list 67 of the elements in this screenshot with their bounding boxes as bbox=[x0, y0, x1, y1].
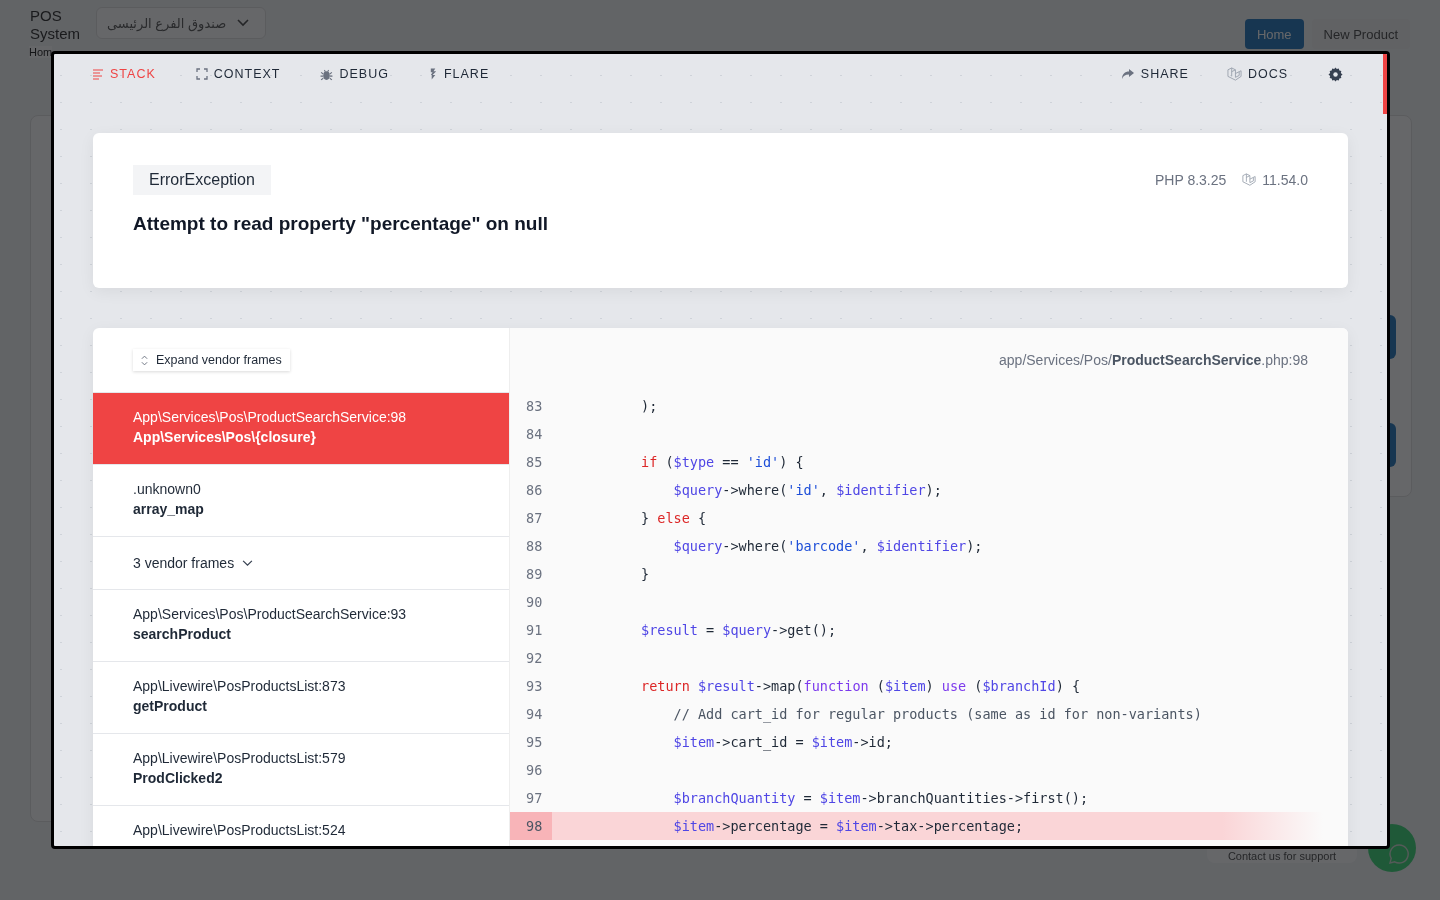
line-number: 88 bbox=[525, 537, 544, 556]
line-number: 83 bbox=[525, 397, 544, 416]
framework-icon bbox=[1226, 66, 1242, 82]
framework-version: 11.54.0 bbox=[1262, 172, 1308, 188]
line-number: 96 bbox=[525, 761, 544, 780]
tab[interactable]: CONTEXT bbox=[195, 67, 281, 81]
line-number: 92 bbox=[525, 649, 544, 668]
expand-vendor-button[interactable]: Expand vendor frames bbox=[133, 349, 290, 371]
settings-button[interactable] bbox=[1328, 66, 1343, 82]
frame-file: App\Services\Pos\ProductSearchService:98 bbox=[133, 409, 408, 425]
exception-type: ErrorException bbox=[133, 165, 271, 195]
chevron-icon bbox=[242, 559, 254, 567]
frame-method: App\Services\Pos\{closure} bbox=[133, 429, 317, 445]
vendor-frames-toggle[interactable]: 3 vendor frames bbox=[93, 537, 509, 590]
frame-file: App\Services\Pos\ProductSearchService:93 bbox=[133, 606, 408, 622]
line-number: 84 bbox=[525, 425, 544, 444]
line-number: 98 bbox=[510, 812, 552, 840]
docs-button[interactable]: DOCS bbox=[1226, 66, 1288, 82]
share-icon bbox=[1120, 68, 1135, 80]
flame-icon bbox=[428, 67, 438, 81]
code-line: $branchQuantity = $item->branchQuantities->first(); bbox=[672, 790, 1089, 806]
chevron-icon bbox=[237, 19, 249, 27]
code-line: } else { bbox=[640, 510, 707, 526]
code-line: } bbox=[640, 566, 650, 582]
frame-file: App\Livewire\PosProductsList:579 bbox=[133, 750, 347, 766]
sort-icon bbox=[141, 354, 148, 366]
code-line: return $result->map(function ($item) use ($branchId) { bbox=[640, 678, 1080, 694]
line-number: 89 bbox=[525, 565, 544, 584]
frame-file: App\Livewire\PosProductsList:524 bbox=[133, 822, 347, 838]
line-number: 97 bbox=[525, 789, 544, 808]
expand-icon bbox=[195, 68, 208, 80]
code-line: $result = $query->get(); bbox=[640, 622, 837, 638]
code-line: $query->where('id', $identifier); bbox=[672, 482, 942, 498]
line-number: 87 bbox=[525, 509, 544, 528]
list-icon bbox=[92, 68, 104, 80]
frame-method: array_map bbox=[133, 501, 205, 517]
frame-method: ProdClicked2 bbox=[133, 770, 224, 786]
framework-icon bbox=[1242, 173, 1257, 187]
code-line: $item->cart_id = $item->id; bbox=[672, 734, 893, 750]
share-button[interactable]: SHARE bbox=[1120, 67, 1189, 81]
line-number: 90 bbox=[525, 593, 544, 612]
line-number: 95 bbox=[525, 733, 544, 752]
line-number: 85 bbox=[525, 453, 544, 472]
code-line: // Add cart_id for regular products (same as id for non-variants) bbox=[672, 706, 1202, 722]
code-line: if ($type == 'id') { bbox=[640, 454, 804, 470]
line-number: 94 bbox=[525, 705, 544, 724]
code-line: ); bbox=[640, 398, 658, 414]
line-number: 86 bbox=[525, 481, 544, 500]
breadcrumb: Hom bbox=[29, 46, 53, 58]
tab[interactable]: FLARE bbox=[428, 67, 490, 81]
code-line: $query->where('barcode', $identifier); bbox=[672, 538, 983, 554]
chat-icon bbox=[1387, 842, 1411, 866]
line-number: 91 bbox=[525, 621, 544, 640]
frame-method: searchProduct bbox=[133, 626, 233, 642]
stack-frame[interactable]: App\Services\Pos\ProductSearchService:98 App\Services\Pos\{closure} bbox=[93, 393, 509, 465]
bug-icon bbox=[320, 67, 334, 81]
frame-file: .unknown0 bbox=[133, 481, 202, 497]
line-number: 93 bbox=[525, 677, 544, 696]
code-line: $item->percentage = $item->tax->percentage; bbox=[672, 818, 1024, 834]
php-version: PHP 8.3.25 bbox=[1154, 172, 1227, 188]
file-path: app/Services/Pos/ProductSearchService.php:98 bbox=[999, 352, 1308, 368]
app-title: POS System bbox=[30, 7, 80, 43]
tab[interactable]: DEBUG bbox=[320, 67, 389, 81]
scrollbar-thumb[interactable] bbox=[1383, 54, 1387, 114]
frame-method: getProduct bbox=[133, 698, 208, 714]
frame-file: App\Livewire\PosProductsList:873 bbox=[133, 678, 347, 694]
error-message: Attempt to read property "percentage" on null bbox=[133, 213, 549, 235]
